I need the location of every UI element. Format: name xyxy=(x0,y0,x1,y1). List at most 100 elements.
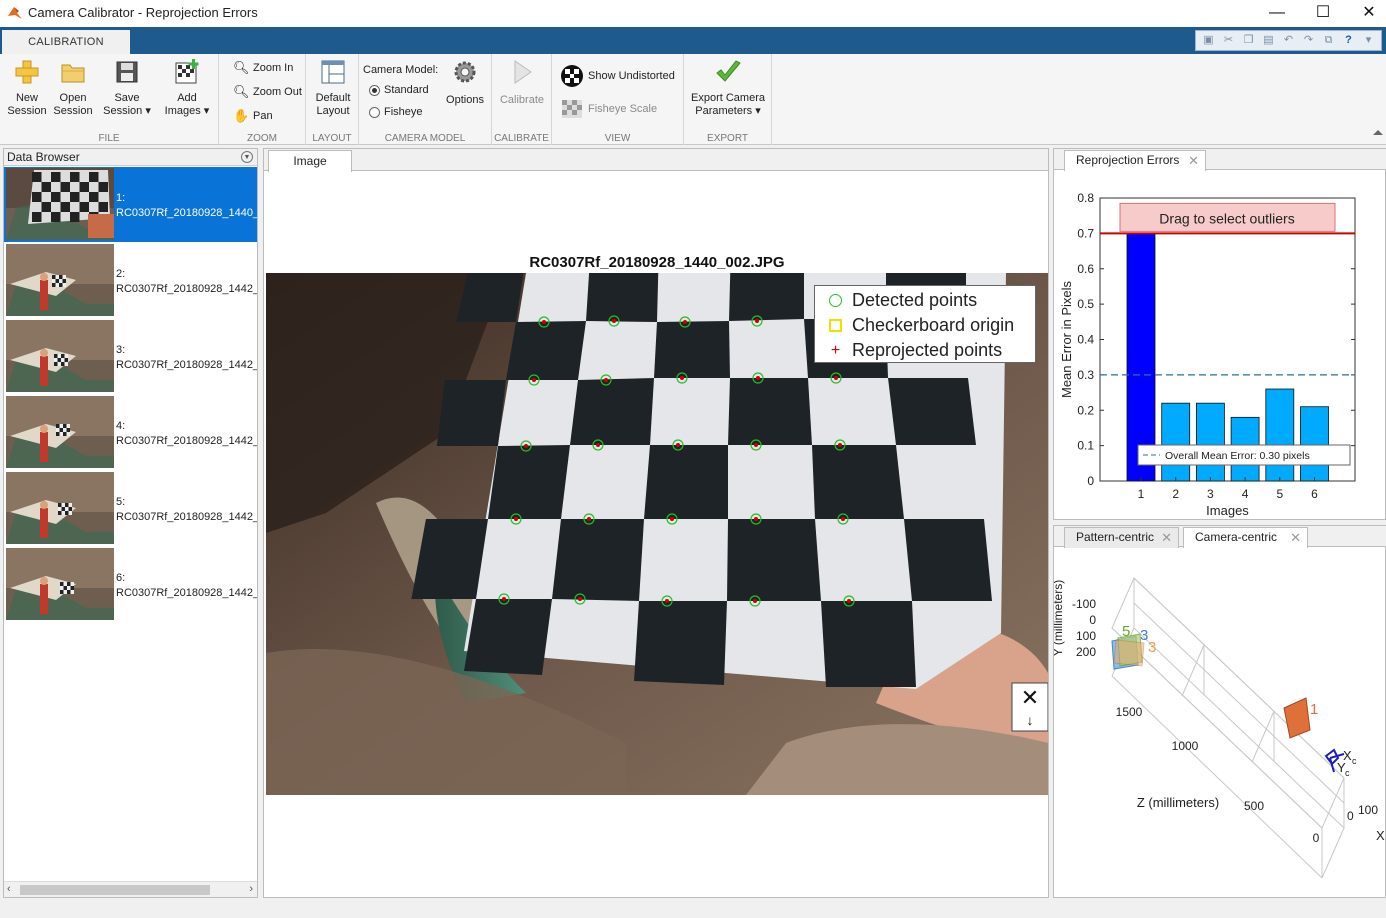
reprojected-point xyxy=(665,599,669,603)
standard-radio[interactable]: Standard xyxy=(369,84,429,96)
y-tick-label: 0.4 xyxy=(1077,333,1094,347)
y-tick-label: 0.3 xyxy=(1077,368,1094,382)
redo-icon[interactable]: ↷ xyxy=(1300,33,1317,48)
checker-square xyxy=(728,378,812,445)
copy-icon[interactable]: ❐ xyxy=(1240,33,1257,48)
zoom-out-button[interactable]: 🔍︎ Zoom Out xyxy=(233,84,302,100)
fisheye-scale-icon xyxy=(562,100,582,118)
tab-calibration[interactable]: CALIBRATION xyxy=(2,30,130,54)
close-tab-icon[interactable]: ✕ xyxy=(1290,528,1301,547)
list-item[interactable]: 5: RC0307Rf_20180928_1442_0 xyxy=(4,471,257,546)
add-images-button[interactable]: Add Images ▾ xyxy=(160,58,214,118)
options-button[interactable]: Options xyxy=(445,58,485,107)
tab-reprojection-errors[interactable]: Reprojection Errors ✕ xyxy=(1064,150,1206,171)
scrollbar-thumb[interactable] xyxy=(20,885,210,895)
calibrate-button[interactable]: Calibrate xyxy=(496,58,548,107)
close-button[interactable]: ✕ xyxy=(1346,0,1386,27)
list-item[interactable]: 3: RC0307Rf_20180928_1442_0 xyxy=(4,319,257,394)
switch-windows-icon[interactable]: ⧉ xyxy=(1320,33,1337,48)
chevron-down-icon[interactable]: ▼ xyxy=(241,151,253,163)
checker-square xyxy=(644,445,728,519)
cut-icon[interactable]: ✂ xyxy=(1220,33,1237,48)
maximize-button[interactable]: ☐ xyxy=(1300,0,1346,27)
pan-button[interactable]: ✋ Pan xyxy=(233,108,273,124)
legend-origin: Checkerboard origin xyxy=(829,315,1014,336)
tab-camera-centric[interactable]: Camera-centric ✕ xyxy=(1183,527,1308,548)
reprojected-point xyxy=(604,378,608,382)
save-session-button[interactable]: Save Session ▾ xyxy=(98,58,156,118)
paste-icon[interactable]: ▤ xyxy=(1260,33,1277,48)
camera-model-heading: Camera Model: xyxy=(363,64,439,76)
board-label: 3 xyxy=(1148,639,1156,656)
collapse-ribbon-icon[interactable] xyxy=(1372,128,1384,136)
z-axis-label: Z (millimeters) xyxy=(1137,795,1219,810)
chevron-down-icon[interactable]: ▾ xyxy=(1360,33,1377,48)
horizontal-scrollbar[interactable]: ‹ › xyxy=(4,881,257,897)
scroll-left-icon[interactable]: ‹ xyxy=(7,883,11,895)
matlab-logo-icon xyxy=(8,7,22,19)
extrinsics-tab-bar: Pattern-centric ✕ Camera-centric ✕ xyxy=(1054,526,1386,548)
x-tick-label: 5 xyxy=(1276,487,1283,501)
legend-label: Overall Mean Error: 0.30 pixels xyxy=(1165,450,1310,462)
save-icon[interactable]: ▣ xyxy=(1200,33,1217,48)
scroll-right-icon[interactable]: › xyxy=(249,883,253,895)
svg-text:↓: ↓ xyxy=(1027,712,1034,728)
fisheye-radio[interactable]: Fisheye xyxy=(369,106,423,118)
y-tick-label: 0.1 xyxy=(1077,439,1094,453)
list-item[interactable]: 2: RC0307Rf_20180928_1442_0 xyxy=(4,243,257,318)
undo-icon[interactable]: ↶ xyxy=(1280,33,1297,48)
reprojection-bar-chart[interactable]: 0 0.1 0.2 0.3 0.4 0.5 0.6 0.7 0.8 1 2 3 4 5 6 Drag to s… xyxy=(1054,171,1385,519)
close-tab-icon[interactable]: ✕ xyxy=(1161,528,1172,547)
board-labels: 5 331 xyxy=(1122,623,1318,718)
window-title: Camera Calibrator - Reprojection Errors xyxy=(28,5,258,20)
tab-pattern-centric[interactable]: Pattern-centric ✕ xyxy=(1064,527,1179,548)
checker-square xyxy=(634,601,727,685)
open-session-button[interactable]: Open Session xyxy=(52,58,94,118)
show-undistorted-button[interactable]: Show Undistorted xyxy=(560,64,675,88)
board-label: 5 xyxy=(1122,623,1130,640)
extrinsics-panel: Pattern-centric ✕ Camera-centric ✕ 5 3 3… xyxy=(1053,525,1386,898)
red-plus-icon: + xyxy=(830,342,841,359)
list-item[interactable]: 4: RC0307Rf_20180928_1442_0 xyxy=(4,395,257,470)
thumbnail-image xyxy=(6,548,114,620)
extrinsics-3d-plot[interactable]: 5 331 -10001002001500100050001000Z (milli… xyxy=(1054,548,1385,898)
reprojected-point xyxy=(753,599,757,603)
tab-image[interactable]: Image xyxy=(268,150,352,172)
list-item[interactable]: 6: RC0307Rf_20180928_1442_0 xyxy=(4,547,257,622)
thumbnail-image xyxy=(6,320,114,392)
new-session-button[interactable]: New Session xyxy=(6,58,48,118)
z-tick-label: 1000 xyxy=(1172,739,1199,753)
help-icon[interactable]: ? xyxy=(1340,33,1357,48)
image-filename: RC0307Rf_20180928_1442_0 xyxy=(116,283,257,295)
zoom-in-button[interactable]: 🔍︎ Zoom In xyxy=(233,60,293,76)
thumbnail-image xyxy=(6,396,114,468)
checker-square xyxy=(888,378,976,445)
file-group: New Session Open Session Save Session ▾ xyxy=(0,54,219,145)
layout-icon xyxy=(321,60,345,84)
checker-square xyxy=(727,519,821,601)
list-item[interactable]: 1: RC0307Rf_20180928_1440_0 xyxy=(4,167,257,242)
reprojected-point xyxy=(754,443,758,447)
x-tick-label: 4 xyxy=(1242,487,1249,501)
image-index: 6: xyxy=(116,572,126,584)
quick-access-toolbar: ▣ ✂ ❐ ▤ ↶ ↷ ⧉ ? ▾ xyxy=(1195,30,1382,51)
export-camera-parameters-button[interactable]: Export Camera Parameters ▾ xyxy=(686,58,770,118)
floppy-disk-icon xyxy=(116,61,138,83)
data-browser: Data Browser ▼ 1: RC0307Rf_20180928_1440_… xyxy=(3,148,258,898)
bar xyxy=(1126,232,1156,482)
status-bar xyxy=(0,898,1386,918)
y-tick-label: 0.8 xyxy=(1077,191,1094,205)
default-layout-button[interactable]: Default Layout xyxy=(310,58,356,118)
view-group-label: VIEW xyxy=(604,133,631,144)
bar xyxy=(1265,388,1295,482)
close-tab-icon[interactable]: ✕ xyxy=(1188,151,1199,170)
layout-group-label: LAYOUT xyxy=(312,133,352,144)
x-tick-label: 2 xyxy=(1172,487,1179,501)
minimize-button[interactable]: — xyxy=(1254,0,1300,27)
fisheye-scale-button[interactable]: Fisheye Scale xyxy=(560,98,657,120)
image-index: 3: xyxy=(116,344,126,356)
reprojected-point xyxy=(847,599,851,603)
data-browser-header: Data Browser ▼ xyxy=(4,149,257,166)
checker-square xyxy=(488,445,570,519)
checker-square xyxy=(821,601,916,687)
